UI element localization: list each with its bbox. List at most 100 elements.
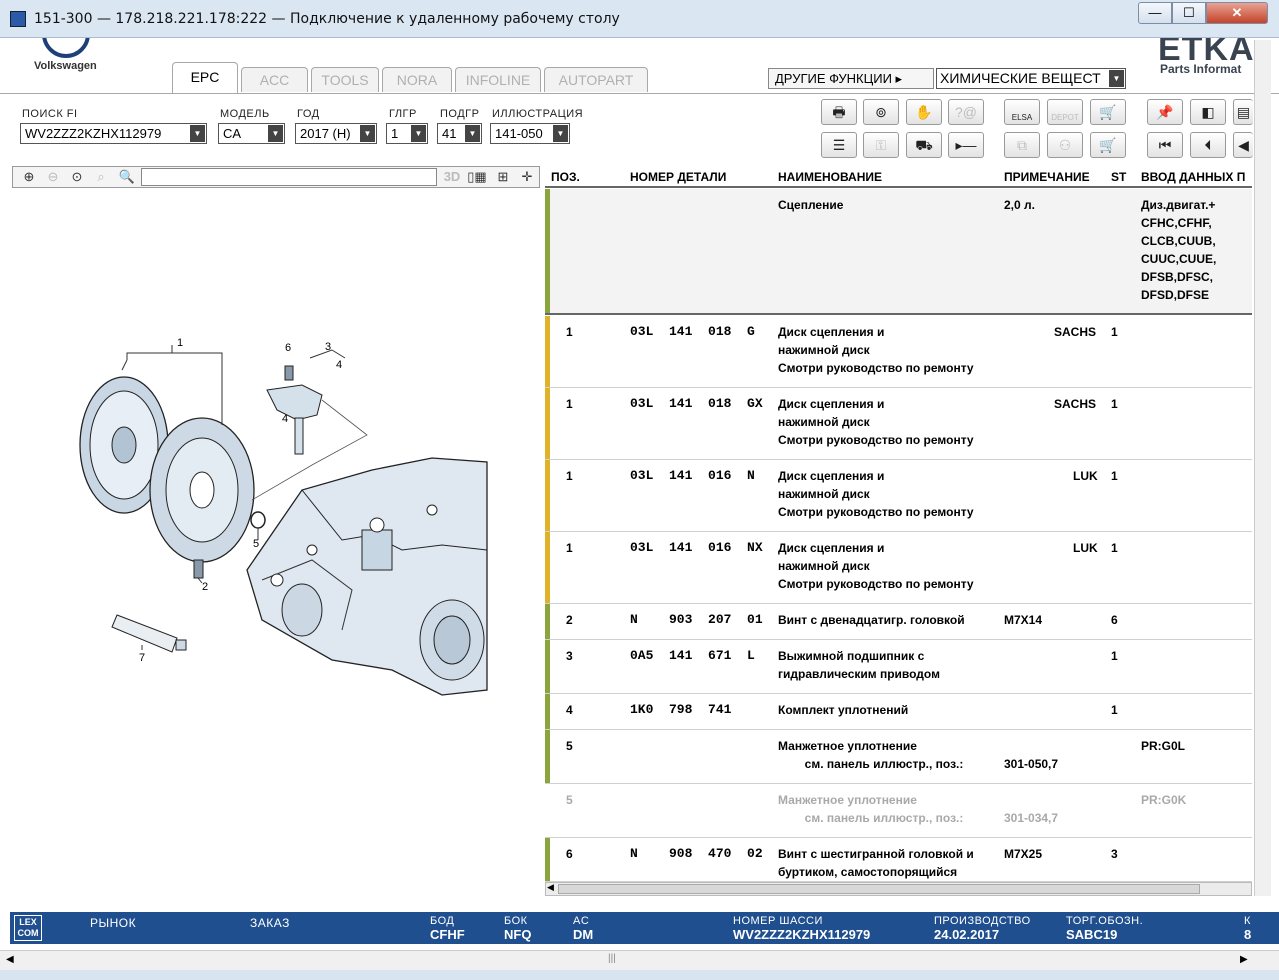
zoom-in-icon[interactable]: ⊕ xyxy=(19,168,39,186)
tab-autopart[interactable]: AUTOPART xyxy=(544,67,648,92)
play-minus-icon[interactable]: ▸— xyxy=(948,132,984,158)
chevron-down-icon[interactable]: ▼ xyxy=(360,125,375,142)
grid-view-icon[interactable]: ▯▦ xyxy=(465,168,489,186)
tab-tools[interactable]: TOOLS xyxy=(311,67,379,92)
chevron-down-icon[interactable]: ▼ xyxy=(553,125,568,142)
taskbar xyxy=(0,970,1279,980)
table-row[interactable]: 5 Манжетное уплотнение см. панель иллюст… xyxy=(545,784,1252,838)
col-note[interactable]: ПРИМЕЧАНИЕ xyxy=(1004,170,1090,184)
back-icon[interactable]: ◀ xyxy=(1233,132,1253,158)
table-row[interactable]: 6 N 908 470 02 Винт с шестигранной голов… xyxy=(545,838,1252,882)
chemicals-select[interactable]: ХИМИЧЕСКИЕ ВЕЩЕСТ ▼ xyxy=(936,68,1126,89)
tab-nora[interactable]: NORA xyxy=(382,67,452,92)
previous-page-icon[interactable]: ⏴ xyxy=(1190,132,1226,158)
cart-icon[interactable]: 🛒 xyxy=(1090,132,1126,158)
maximize-button[interactable]: ☐ xyxy=(1172,2,1206,24)
table-row[interactable]: 1 03L 141 018 GX Диск сцепления и нажимн… xyxy=(545,388,1252,460)
cell-name: Винт с шестигранной головкой и буртиком,… xyxy=(778,847,974,879)
table-horizontal-scrollbar[interactable]: ◀ xyxy=(545,882,1252,896)
table-row[interactable]: 2 N 903 207 01 Винт с двенадцатигр. голо… xyxy=(545,604,1252,640)
cell-pos: 6 xyxy=(566,847,573,861)
person-icon[interactable]: ⚇ xyxy=(1047,132,1083,158)
table-row[interactable]: 1 03L 141 018 G Диск сцепления и нажимно… xyxy=(545,316,1252,388)
glgr-select[interactable]: 1 ▼ xyxy=(386,123,428,144)
table-row[interactable]: 4 1K0 798 741 Комплект уплотнений 1 xyxy=(545,694,1252,730)
chevron-down-icon[interactable]: ▼ xyxy=(465,125,480,142)
cell-name: Сцепление xyxy=(778,198,844,212)
col-name[interactable]: НАИМЕНОВАНИЕ xyxy=(778,170,882,184)
scroll-thumb[interactable] xyxy=(558,884,1200,894)
cell-st: 6 xyxy=(1111,613,1118,627)
scroll-left-icon[interactable]: ◀ xyxy=(547,882,554,893)
scroll-right-icon[interactable]: ▶ xyxy=(1240,954,1248,965)
table-row[interactable]: Сцепление 2,0 л. Диз.двигат.+ CFHC,CFHF,… xyxy=(545,189,1252,315)
vehicle-icon[interactable]: ⛟ xyxy=(906,132,942,158)
window-vertical-scrollbar[interactable] xyxy=(1254,40,1271,896)
search-fi-input[interactable]: WV2ZZZ2KZHX112979 ▼ xyxy=(20,123,207,144)
elsa-button[interactable]: ELSA xyxy=(1004,99,1040,125)
table-row[interactable]: 3 0A5 141 671 L Выжимной подшипник с гид… xyxy=(545,640,1252,694)
year-select[interactable]: 2017 (H) ▼ xyxy=(295,123,377,144)
minimize-button[interactable]: — xyxy=(1138,2,1172,24)
podgr-select[interactable]: 41 ▼ xyxy=(437,123,482,144)
cell-name: Диск сцепления и нажимной диск Смотри ру… xyxy=(778,469,974,519)
depot-button[interactable]: DEPOT xyxy=(1047,99,1083,125)
close-button[interactable]: ✕ xyxy=(1206,2,1268,24)
table-row[interactable]: 1 03L 141 016 NX Диск сцепления и нажимн… xyxy=(545,532,1252,604)
scroll-left-icon[interactable]: ◀ xyxy=(6,954,14,965)
zoom-out-icon[interactable]: ⊖ xyxy=(43,168,63,186)
chevron-down-icon[interactable]: ▼ xyxy=(1109,70,1124,87)
col-part-number[interactable]: НОМЕР ДЕТАЛИ xyxy=(630,170,726,184)
col-st[interactable]: ST xyxy=(1111,170,1126,184)
cell-name: Диск сцепления и нажимной диск Смотри ру… xyxy=(778,325,974,375)
handshake-icon[interactable]: ✋ xyxy=(906,99,942,125)
page-icon[interactable]: ▤ xyxy=(1233,99,1253,125)
scroll-grip-icon[interactable]: ||| xyxy=(608,953,616,964)
app-header: Volkswagen ETKA Parts Informat EPC ACC T… xyxy=(0,38,1279,94)
window-horizontal-scrollbar[interactable]: ◀ ||| ▶ xyxy=(0,950,1279,970)
illustration-select[interactable]: 141-050 ▼ xyxy=(490,123,570,144)
callout-5: 5 xyxy=(253,538,259,550)
cell-st: 1 xyxy=(1111,541,1118,555)
col-input[interactable]: ВВОД ДАННЫХ П xyxy=(1141,170,1245,184)
chevron-down-icon[interactable]: ▼ xyxy=(411,125,426,142)
cart-add-icon[interactable]: 🛒 xyxy=(1090,99,1126,125)
split-view-icon[interactable]: ⊞ xyxy=(493,168,513,186)
cell-part: 03L 141 018 GX xyxy=(630,396,763,411)
page-back-icon[interactable]: ◧ xyxy=(1190,99,1226,125)
list-icon[interactable]: ☰ xyxy=(821,132,857,158)
zoom-fit-icon[interactable]: ⊙ xyxy=(67,168,87,186)
key-icon[interactable]: ⚿ xyxy=(863,132,899,158)
callout-2: 2 xyxy=(202,581,208,593)
bod-label: БОД xyxy=(430,915,455,927)
help-icon[interactable]: ?@ xyxy=(948,99,984,125)
cell-pos: 5 xyxy=(566,793,573,807)
chevron-down-icon[interactable]: ▼ xyxy=(190,125,205,142)
tab-infoline[interactable]: INFOLINE xyxy=(455,67,541,92)
print-icon[interactable]: 🖶 xyxy=(821,99,857,125)
compare-icon[interactable]: ⧉ xyxy=(1004,132,1040,158)
cell-input: Диз.двигат.+ CFHC,CFHF, CLCB,CUUB, CUUC,… xyxy=(1141,198,1217,302)
image-search-input[interactable] xyxy=(141,168,437,186)
pin-icon[interactable]: 📌 xyxy=(1147,99,1183,125)
table-row[interactable]: 1 03L 141 016 N Диск сцепления и нажимно… xyxy=(545,460,1252,532)
search-icon[interactable]: 🔍 xyxy=(117,168,137,186)
model-select[interactable]: CA ▼ xyxy=(218,123,285,144)
bok-value: NFQ xyxy=(504,927,532,942)
tab-acc[interactable]: ACC xyxy=(241,67,308,92)
cell-name: Манжетное уплотнение см. панель иллюстр.… xyxy=(778,793,964,825)
production-label: ПРОИЗВОДСТВО xyxy=(934,915,1031,927)
other-functions-button[interactable]: ДРУГИЕ ФУНКЦИИ ▸ xyxy=(768,68,934,89)
3d-button[interactable]: 3D xyxy=(441,168,463,186)
tab-epc[interactable]: EPC xyxy=(172,62,238,94)
col-pos[interactable]: ПОЗ. xyxy=(551,170,580,184)
stamp-icon[interactable]: ⊚ xyxy=(863,99,899,125)
cell-part: N 908 470 02 xyxy=(630,846,763,861)
illustration-pane[interactable]: 1 2 3 4 4 5 6 7 xyxy=(12,190,540,900)
first-page-icon[interactable]: ⏮ xyxy=(1147,132,1183,158)
chevron-down-icon[interactable]: ▼ xyxy=(268,125,283,142)
zoom-100-icon[interactable]: ⌕ xyxy=(91,168,111,186)
pan-icon[interactable]: ✛ xyxy=(517,168,537,186)
table-row[interactable]: 5 Манжетное уплотнение см. панель иллюст… xyxy=(545,730,1252,784)
depot-label: DEPOT xyxy=(1051,113,1079,122)
